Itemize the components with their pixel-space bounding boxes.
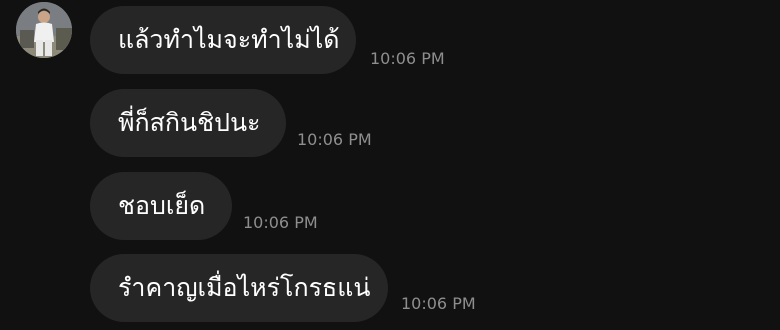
message-text: พี่ก็สกินชิปนะ	[118, 108, 261, 137]
message-bubble[interactable]: แล้วทำไมจะทำไม่ได้	[90, 6, 356, 74]
message-timestamp: 10:06 PM	[370, 49, 445, 68]
message-timestamp: 10:06 PM	[401, 294, 476, 313]
message-text: รำคาญเมื่อไหร่โกรธแน่	[118, 273, 371, 302]
chat-thread: แล้วทำไมจะทำไม่ได้ 10:06 PM พี่ก็สกินชิป…	[0, 0, 780, 330]
person-photo-icon	[16, 2, 72, 58]
message-bubble[interactable]: ชอบเย็ด	[90, 172, 232, 240]
message-bubble[interactable]: รำคาญเมื่อไหร่โกรธแน่	[90, 254, 388, 322]
message-bubble[interactable]: พี่ก็สกินชิปนะ	[90, 89, 286, 157]
message-timestamp: 10:06 PM	[243, 213, 318, 232]
sender-avatar[interactable]	[16, 2, 72, 58]
message-text: แล้วทำไมจะทำไม่ได้	[118, 25, 340, 54]
message-text: ชอบเย็ด	[118, 191, 206, 220]
message-timestamp: 10:06 PM	[297, 130, 372, 149]
